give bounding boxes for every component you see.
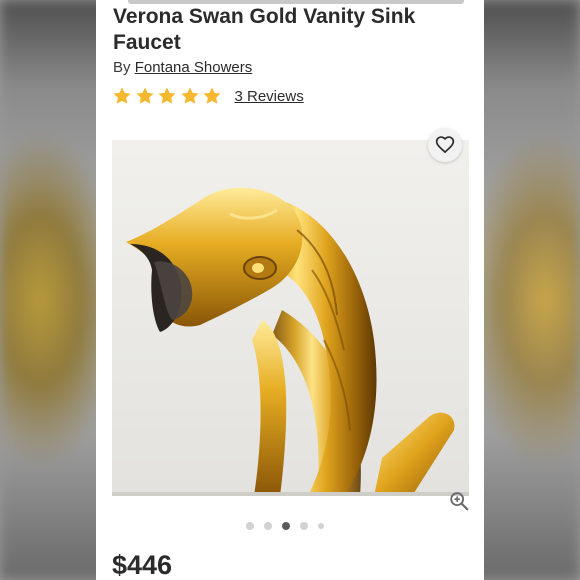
carousel-dot[interactable] [318, 523, 324, 529]
wishlist-button[interactable] [428, 128, 462, 162]
carousel-dot-active[interactable] [282, 522, 290, 530]
product-image[interactable] [112, 140, 469, 496]
faucet-illustration [112, 140, 469, 496]
byline-prefix: By [113, 59, 131, 76]
star-icon [203, 87, 221, 104]
star-icon [113, 87, 131, 104]
zoom-in-icon [450, 492, 469, 511]
rating-row: 3 Reviews [112, 84, 304, 108]
carousel-indicators [246, 522, 334, 530]
star-icon [136, 87, 153, 104]
byline: By Fontana Showers [113, 59, 252, 76]
zoom-button[interactable] [448, 490, 470, 512]
carousel-dot[interactable] [300, 522, 308, 530]
brand-link[interactable]: Fontana Showers [135, 59, 253, 76]
product-card: Verona Swan Gold Vanity Sink Faucet By F… [96, 0, 484, 580]
star-icon [181, 87, 198, 104]
price: $446 [112, 550, 173, 580]
carousel-dot[interactable] [246, 522, 254, 530]
screen: Verona Swan Gold Vanity Sink Faucet By F… [0, 0, 580, 580]
product-title: Verona Swan Gold Vanity Sink Faucet [113, 5, 416, 54]
reviews-link[interactable]: 3 Reviews [235, 88, 304, 105]
star-icon [158, 87, 176, 104]
carousel-dot[interactable] [264, 522, 272, 530]
heart-icon [435, 136, 455, 154]
star-rating [112, 86, 225, 106]
